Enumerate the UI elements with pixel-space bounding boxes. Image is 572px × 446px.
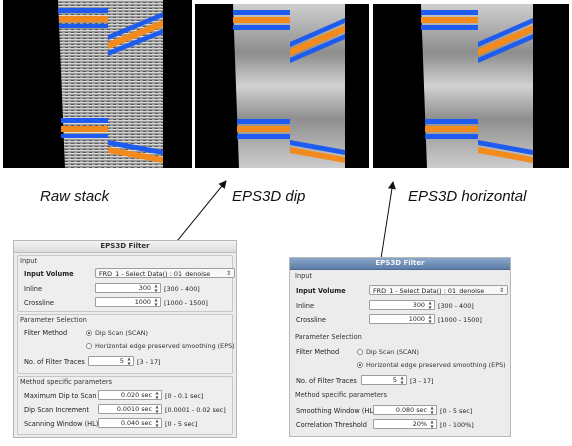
section-title-parameters: Parameter Selection xyxy=(295,333,362,341)
input-volume-select[interactable]: FRD_1 - Select Data() : 01_denoise ⇕ xyxy=(369,285,508,295)
inline-spinbox[interactable]: 300 ▲ ▼ xyxy=(95,283,161,293)
input-section: Input Input Volume FRD_1 - Select Data()… xyxy=(293,271,508,329)
scan-window-value: 0.040 sec xyxy=(120,419,152,427)
crossline-spinbox[interactable]: 1000 ▲ ▼ xyxy=(95,297,161,307)
input-volume-label: Input Volume xyxy=(296,287,346,295)
filter-traces-spinbox[interactable]: 5 ▲ ▼ xyxy=(361,375,407,385)
filter-traces-label: No. of Filter Traces xyxy=(24,358,85,366)
inline-label: Inline xyxy=(24,285,43,293)
correlation-threshold-spinbox[interactable]: 20% ▲ ▼ xyxy=(373,419,437,429)
spin-arrows-icon[interactable]: ▲ ▼ xyxy=(126,356,132,366)
crossline-label: Crossline xyxy=(296,316,326,324)
dip-increment-spinbox[interactable]: 0.0010 sec ▲ ▼ xyxy=(98,404,162,414)
filter-traces-range: [3 - 17] xyxy=(410,377,434,385)
spin-arrows-icon[interactable]: ▲ ▼ xyxy=(154,404,160,414)
input-volume-value: FRD_1 - Select Data() : 01_denoise xyxy=(373,287,485,295)
spin-arrows-icon[interactable]: ▲ ▼ xyxy=(427,314,433,324)
parameter-section: Parameter Selection Filter Method Dip Sc… xyxy=(293,332,507,386)
chevron-down-icon: ⇕ xyxy=(498,287,504,294)
scan-window-range: [0 - 5 sec] xyxy=(165,420,198,428)
crossline-range: [1000 - 1500] xyxy=(438,316,482,324)
spin-arrows-icon[interactable]: ▲ ▼ xyxy=(154,418,160,428)
inline-value: 300 xyxy=(138,284,151,292)
radio-eps-label[interactable]: Horizontal edge preserved smoothing (EPS… xyxy=(366,361,506,369)
spin-arrows-icon[interactable]: ▲ ▼ xyxy=(399,375,405,385)
smoothing-window-label: Smoothing Window (HL) xyxy=(296,407,376,415)
method-specific-section: Method specific parameters Smoothing Win… xyxy=(293,390,507,434)
correlation-threshold-value: 20% xyxy=(412,420,427,428)
dialog-title: EPS3D Filter xyxy=(14,241,236,253)
inline-spinbox[interactable]: 300 ▲ ▼ xyxy=(369,300,435,310)
scan-window-label: Scanning Window (HL) xyxy=(24,420,99,428)
filter-method-label: Filter Method xyxy=(24,329,68,337)
crossline-value: 1000 xyxy=(408,315,425,323)
radio-eps[interactable] xyxy=(86,343,92,349)
section-title-input: Input xyxy=(295,272,313,280)
filter-method-label: Filter Method xyxy=(296,348,340,356)
method-specific-section: Method specific parameters Maximum Dip t… xyxy=(17,376,233,435)
radio-eps[interactable] xyxy=(357,362,363,368)
section-title-input: Input xyxy=(20,257,38,265)
smoothing-window-value: 0.080 sec xyxy=(395,406,427,414)
crossline-spinbox[interactable]: 1000 ▲ ▼ xyxy=(369,314,435,324)
eps3d-filter-dialog-right: EPS3D Filter Input Input Volume FRD_1 - … xyxy=(289,257,511,437)
dip-increment-value: 0.0010 sec xyxy=(116,405,152,413)
radio-dip-scan-label[interactable]: Dip Scan (SCAN) xyxy=(366,348,419,356)
spin-arrows-icon[interactable]: ▲ ▼ xyxy=(429,419,435,429)
max-dip-label: Maximum Dip to Scan xyxy=(24,392,97,400)
filter-traces-value: 5 xyxy=(392,376,397,384)
radio-dip-scan[interactable] xyxy=(357,349,363,355)
filter-traces-spinbox[interactable]: 5 ▲ ▼ xyxy=(88,356,134,366)
inline-range: [300 - 400] xyxy=(438,302,474,310)
inline-label: Inline xyxy=(296,302,315,310)
radio-dip-scan-label[interactable]: Dip Scan (SCAN) xyxy=(95,329,148,337)
spin-arrows-icon[interactable]: ▲ ▼ xyxy=(429,405,435,415)
eps3d-filter-dialog-left: EPS3D Filter Input Input Volume FRD_1 - … xyxy=(13,240,237,438)
radio-dip-scan[interactable] xyxy=(86,330,92,336)
inline-value: 300 xyxy=(412,301,425,309)
input-section: Input Input Volume FRD_1 - Select Data()… xyxy=(17,255,235,312)
input-volume-label: Input Volume xyxy=(24,270,74,278)
max-dip-range: [0 - 0.1 sec] xyxy=(165,392,204,400)
spin-arrows-icon[interactable]: ▲ ▼ xyxy=(427,300,433,310)
smoothing-window-spinbox[interactable]: 0.080 sec ▲ ▼ xyxy=(373,405,437,415)
scan-window-spinbox[interactable]: 0.040 sec ▲ ▼ xyxy=(98,418,162,428)
spin-arrows-icon[interactable]: ▲ ▼ xyxy=(153,283,159,293)
radio-eps-label[interactable]: Horizontal edge preserved smoothing (EPS… xyxy=(95,342,235,350)
correlation-threshold-range: [0 - 100%] xyxy=(440,421,474,429)
filter-traces-range: [3 - 17] xyxy=(137,358,161,366)
crossline-value: 1000 xyxy=(134,298,151,306)
max-dip-spinbox[interactable]: 0.020 sec ▲ ▼ xyxy=(98,390,162,400)
section-title-method: Method specific parameters xyxy=(295,391,388,399)
parameter-section: Parameter Selection Filter Method Dip Sc… xyxy=(17,314,235,374)
max-dip-value: 0.020 sec xyxy=(120,391,152,399)
spin-arrows-icon[interactable]: ▲ ▼ xyxy=(154,390,160,400)
dip-increment-range: [0.0001 - 0.02 sec] xyxy=(165,406,226,414)
crossline-label: Crossline xyxy=(24,299,54,307)
section-title-parameters: Parameter Selection xyxy=(20,316,87,324)
filter-traces-label: No. of Filter Traces xyxy=(296,377,357,385)
dip-increment-label: Dip Scan Increment xyxy=(24,406,89,414)
chevron-down-icon: ⇕ xyxy=(225,270,231,277)
input-volume-select[interactable]: FRD_1 - Select Data() : 01_denoise ⇕ xyxy=(95,268,235,278)
filter-traces-value: 5 xyxy=(119,357,124,365)
correlation-threshold-label: Correlation Threshold xyxy=(296,421,367,429)
dialog-title: EPS3D Filter xyxy=(290,258,510,270)
section-title-method: Method specific parameters xyxy=(20,378,113,386)
crossline-range: [1000 - 1500] xyxy=(164,299,208,307)
spin-arrows-icon[interactable]: ▲ ▼ xyxy=(153,297,159,307)
input-volume-value: FRD_1 - Select Data() : 01_denoise xyxy=(99,270,211,278)
inline-range: [300 - 400] xyxy=(164,285,200,293)
smoothing-window-range: [0 - 5 sec] xyxy=(440,407,473,415)
